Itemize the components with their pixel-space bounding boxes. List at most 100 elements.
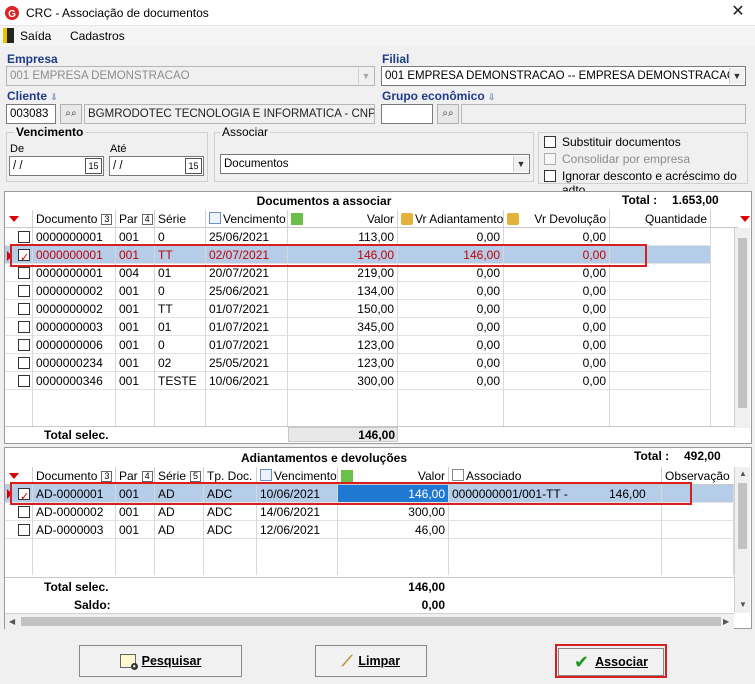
col-par[interactable]: Par 4 — [116, 210, 155, 228]
document-row[interactable]: 0000000346 001 TESTE 10/06/2021 300,00 0,00 0,… — [5, 372, 734, 390]
row-checkbox[interactable] — [18, 339, 30, 351]
close-button[interactable]: ✕ — [727, 2, 749, 22]
row-checkbox[interactable] — [18, 267, 30, 279]
ate-date-input[interactable]: / / 15 — [109, 156, 204, 176]
cell-serie: AD — [155, 503, 204, 521]
binoculars-search-icon[interactable]: ⌕⌕ — [437, 104, 459, 124]
row-checkbox-cell[interactable] — [5, 318, 33, 336]
scroll-down-icon[interactable]: ▼ — [739, 600, 747, 609]
empresa-select[interactable]: 001 EMPRESA DEMONSTRACAO ▼ — [6, 66, 375, 86]
cell-serie: TT — [155, 300, 206, 318]
empty-row — [5, 539, 734, 557]
row-checkbox[interactable] — [18, 231, 30, 243]
consolidar-checkbox[interactable] — [544, 153, 556, 165]
associar-select[interactable]: Documentos ▼ — [220, 154, 530, 174]
calendar-icon[interactable]: 15 — [185, 158, 202, 174]
grupo-code-input[interactable] — [381, 104, 433, 124]
empty-cell — [662, 557, 734, 575]
pesquisar-label: Pesquisar — [141, 654, 202, 668]
documentos-footer-label: Total selec. — [44, 428, 109, 442]
row-checkbox-cell[interactable] — [5, 336, 33, 354]
scroll-left-icon[interactable]: ◀ — [9, 617, 15, 626]
col-vr-devolucao[interactable]: Vr Devolução — [504, 210, 610, 228]
row-checkbox-cell[interactable] — [5, 300, 33, 318]
adiantamentos-total-value: 492,00 — [684, 449, 721, 463]
row-checkbox-cell[interactable] — [5, 503, 33, 521]
ignorar-checkbox[interactable] — [544, 170, 556, 182]
row-checkbox[interactable] — [18, 357, 30, 369]
limpar-button[interactable]: ⟋ Limpar — [315, 645, 427, 677]
filial-select[interactable]: 001 EMPRESA DEMONSTRACAO -- EMPRESA DEMO… — [381, 66, 746, 86]
scroll-thumb[interactable] — [21, 617, 721, 626]
adiantamentos-hscrollbar[interactable]: ◀ ▶ — [5, 613, 734, 629]
document-row[interactable]: 0000000002 001 0 25/06/2021 134,00 0,00 0,00 — [5, 282, 734, 300]
menu-saida[interactable]: Saída — [20, 29, 51, 43]
advance-row[interactable]: AD-0000002 001 AD ADC 14/06/2021 300,00 — [5, 503, 734, 521]
row-checkbox[interactable] — [18, 375, 30, 387]
row-checkbox[interactable] — [18, 506, 30, 518]
cell-vr-adiantamento: 0,00 — [398, 282, 504, 300]
adiantamentos-vscrollbar[interactable]: ▲ ▼ — [734, 467, 750, 613]
col-documento[interactable]: Documento 3 — [33, 210, 116, 228]
document-row[interactable]: 0000000002 001 TT 01/07/2021 150,00 0,00 0,00 — [5, 300, 734, 318]
cell-vencimento: 10/06/2021 — [206, 372, 288, 390]
empty-cell — [206, 408, 288, 426]
scroll-thumb[interactable] — [738, 483, 747, 549]
select-all-column[interactable] — [5, 210, 33, 228]
cliente-code-input[interactable]: 003083 — [6, 104, 56, 124]
cell-tp-doc: ADC — [204, 503, 257, 521]
row-checkbox-cell[interactable] — [5, 521, 33, 539]
col-vr-adiantamento[interactable]: Vr Adiantamento — [398, 210, 504, 228]
cell-valor: 150,00 — [288, 300, 398, 318]
documentos-total-label: Total : — [622, 193, 658, 207]
calendar-icon[interactable]: 15 — [85, 158, 102, 174]
cliente-name-field: BGMRODOTEC TECNOLOGIA E INFORMATICA - CN… — [84, 104, 375, 124]
pesquisar-button[interactable]: Pesquisar — [79, 645, 242, 677]
empty-row — [5, 408, 734, 426]
cell-vr-devolucao: 0,00 — [504, 282, 610, 300]
row-checkbox[interactable] — [18, 524, 30, 536]
menu-cadastros[interactable]: Cadastros — [70, 29, 125, 43]
document-row[interactable]: 0000000006 001 0 01/07/2021 123,00 0,00 0,00 — [5, 336, 734, 354]
row-checkbox[interactable] — [18, 303, 30, 315]
row-checkbox[interactable] — [18, 285, 30, 297]
cell-par: 001 — [116, 282, 155, 300]
documentos-vscrollbar[interactable] — [734, 228, 750, 428]
binoculars-search-icon[interactable]: ⌕⌕ — [60, 104, 82, 124]
document-row[interactable]: 0000000003 001 01 01/07/2021 345,00 0,00 0,00 — [5, 318, 734, 336]
col-quantidade[interactable]: Quantidade — [610, 210, 711, 228]
empresa-value: 001 EMPRESA DEMONSTRACAO — [10, 70, 190, 82]
scroll-right-icon[interactable]: ▶ — [723, 617, 729, 626]
associar-value: Documentos — [224, 158, 289, 170]
empty-cell — [5, 539, 33, 557]
row-checkbox-cell[interactable] — [5, 282, 33, 300]
de-date-input[interactable]: / / 15 — [9, 156, 104, 176]
cell-par: 001 — [116, 503, 155, 521]
substituir-checkbox[interactable] — [544, 136, 556, 148]
scroll-thumb[interactable] — [738, 238, 747, 408]
chevron-down-icon: ▼ — [729, 68, 744, 84]
cell-vr-adiantamento: 0,00 — [398, 354, 504, 372]
cell-vr-devolucao: 0,00 — [504, 336, 610, 354]
adiantamentos-total-label: Total : — [634, 449, 670, 463]
row-checkbox[interactable] — [18, 321, 30, 333]
col-vencimento[interactable]: Vencimento — [206, 210, 288, 228]
empty-cell — [338, 557, 449, 575]
vencimento-label: Vencimento — [14, 125, 86, 139]
grupo-name-field — [461, 104, 746, 124]
cell-vr-devolucao: 0,00 — [504, 318, 610, 336]
sort-index-badge: 5 — [190, 471, 202, 482]
col-valor[interactable]: Valor — [288, 210, 398, 228]
cell-valor: 46,00 — [338, 521, 449, 539]
cell-serie: AD — [155, 521, 204, 539]
col-serie[interactable]: Série — [155, 210, 206, 228]
empty-cell — [504, 408, 610, 426]
cell-serie: 0 — [155, 282, 206, 300]
document-row[interactable]: 0000000234 001 02 25/05/2021 123,00 0,00 0,00 — [5, 354, 734, 372]
advance-row[interactable]: AD-0000003 001 AD ADC 12/06/2021 46,00 — [5, 521, 734, 539]
scroll-up-icon[interactable]: ▲ — [739, 469, 747, 478]
empty-cell — [5, 557, 33, 575]
row-checkbox-cell[interactable] — [5, 354, 33, 372]
col-documento-label: Documento — [36, 212, 98, 226]
row-checkbox-cell[interactable] — [5, 372, 33, 390]
